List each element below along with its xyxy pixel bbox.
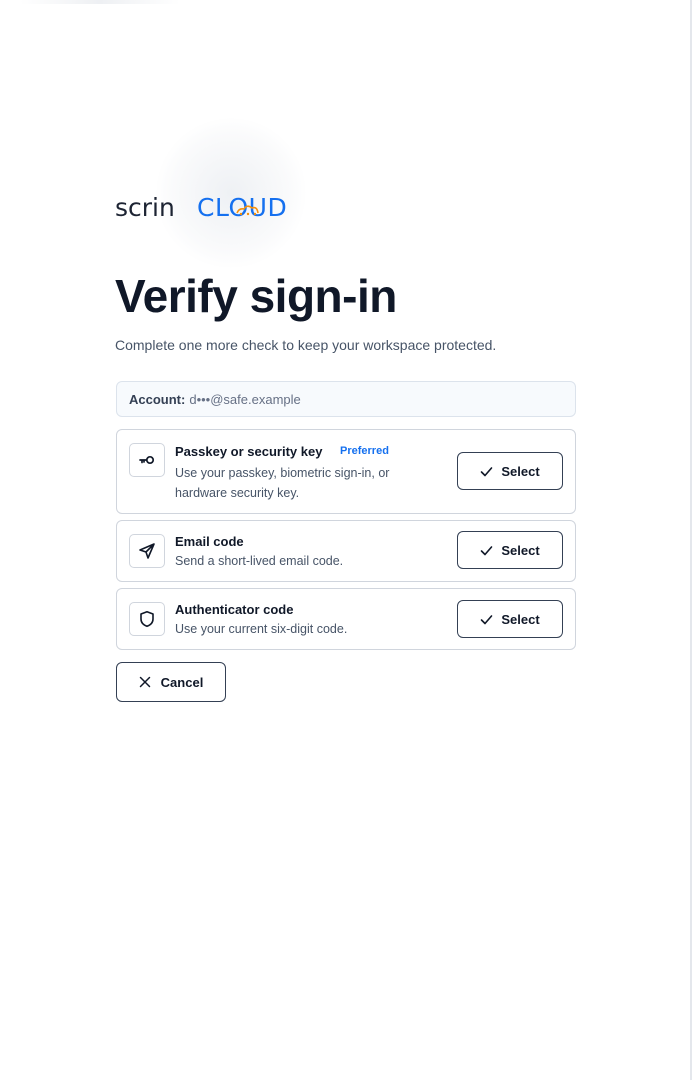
cancel-label: Cancel	[160, 674, 204, 690]
option-title: Authenticator code	[175, 602, 294, 617]
option-description: Use your passkey, biometric sign-in, or …	[175, 466, 390, 500]
key-icon	[129, 443, 165, 477]
page-title: Verify sign-in	[115, 270, 397, 322]
svg-text:CLOUD: CLOUD	[197, 193, 287, 221]
account-info: Account: d•••@safe.example	[116, 381, 576, 417]
select-button-label: Select	[501, 611, 540, 627]
select-button-label: Select	[501, 542, 540, 558]
option-email-code[interactable]: Email code Send a short-lived email code…	[116, 520, 576, 582]
option-passkey[interactable]: Passkey or security key Preferred Use yo…	[116, 429, 576, 514]
check-icon	[481, 466, 493, 476]
shield-icon	[129, 602, 165, 636]
select-authenticator-button[interactable]: Select	[457, 600, 563, 638]
send-icon	[129, 534, 165, 568]
close-icon	[139, 676, 150, 688]
page-subtitle: Complete one more check to keep your wor…	[115, 337, 497, 353]
check-icon	[481, 614, 493, 624]
option-title: Passkey or security key	[175, 444, 323, 459]
account-label: Account:	[129, 391, 186, 407]
account-value: d•••@safe.example	[189, 391, 301, 407]
option-authenticator[interactable]: Authenticator code Use your current six-…	[116, 588, 576, 650]
option-description: Send a short-lived email code.	[175, 554, 344, 568]
cancel-button[interactable]: Cancel	[116, 662, 226, 702]
top-decoration	[20, 0, 180, 4]
svg-text:scrin: scrin	[115, 193, 175, 221]
option-description: Use your current six-digit code.	[175, 622, 348, 636]
select-email-button[interactable]: Select	[457, 531, 563, 569]
select-button-label: Select	[501, 463, 540, 479]
select-passkey-button[interactable]: Select	[457, 452, 563, 490]
option-title: Email code	[175, 534, 244, 549]
brand-logo: scrin CLOUD	[115, 193, 287, 221]
check-icon	[481, 545, 493, 555]
preferred-badge: Preferred	[340, 445, 389, 457]
